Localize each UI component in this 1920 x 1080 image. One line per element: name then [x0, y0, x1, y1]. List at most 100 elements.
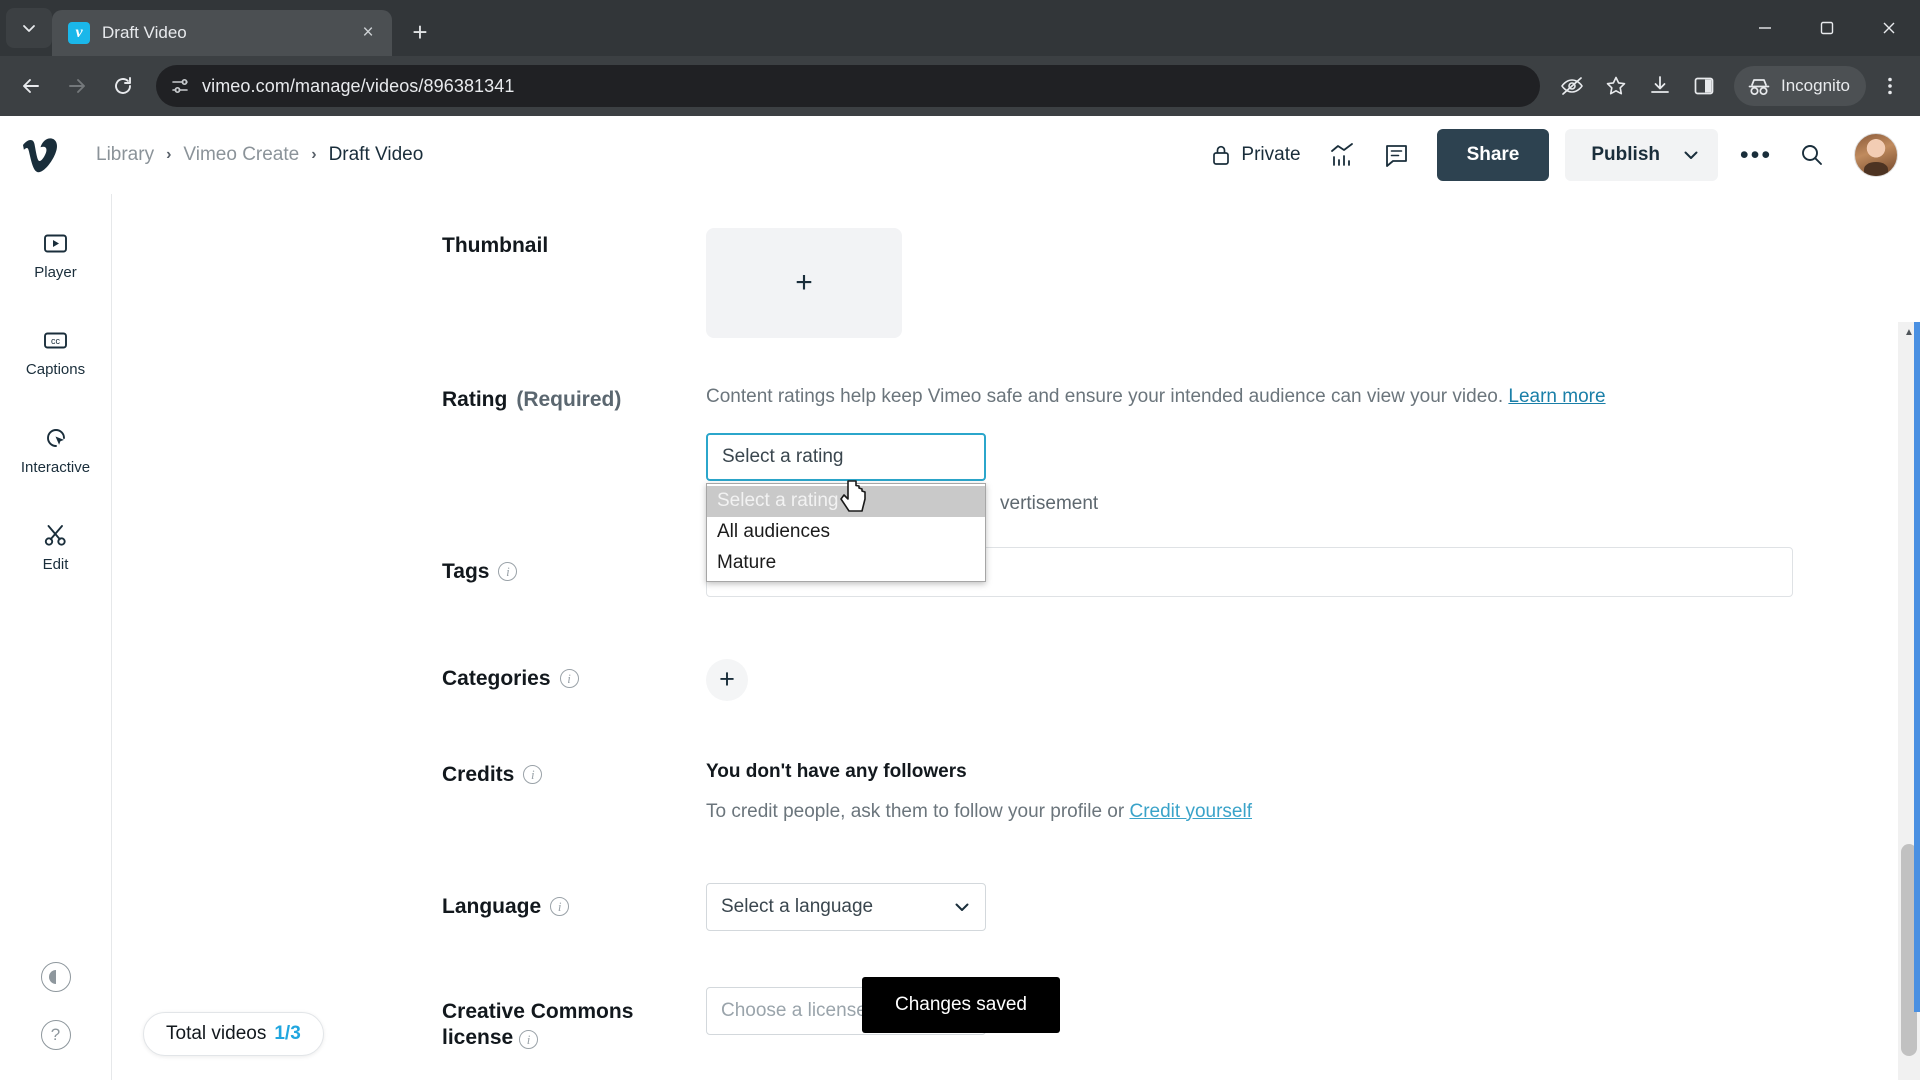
sidebar-bottom-actions: ?	[0, 962, 111, 1050]
left-sidebar: Player cc Captions Interactive Edit ?	[0, 194, 112, 1080]
arrow-left-icon	[23, 79, 39, 93]
comment-icon	[1386, 144, 1407, 167]
row-rating: Rating (Required) Content ratings help k…	[112, 384, 1920, 582]
label-categories: Categories i	[442, 667, 712, 691]
rating-select[interactable]: Select a rating	[706, 432, 986, 481]
sidebar-item-interactive[interactable]: Interactive	[0, 424, 111, 476]
total-videos-count: 1/3	[274, 1023, 301, 1044]
add-thumbnail-button[interactable]: +	[706, 228, 902, 338]
learn-more-link[interactable]: Learn more	[1508, 386, 1605, 407]
page-viewport: Library › Vimeo Create › Draft Video Pri…	[0, 116, 1920, 1080]
credits-title: You don't have any followers	[706, 760, 967, 782]
rating-help-text: Content ratings help keep Vimeo safe and…	[706, 386, 1606, 407]
eye-off-icon[interactable]	[1552, 66, 1592, 106]
new-tab-button[interactable]: +	[400, 12, 440, 52]
label-language: Language i	[442, 895, 712, 919]
more-options-button[interactable]: •••	[1730, 133, 1782, 177]
credit-yourself-link[interactable]: Credit yourself	[1130, 801, 1253, 822]
total-videos-label: Total videos	[166, 1023, 267, 1044]
header-actions: Private Share Publish •••	[1198, 129, 1898, 181]
star-icon[interactable]	[1596, 66, 1636, 106]
analytics-button[interactable]	[1319, 133, 1367, 177]
page-title: Thumbnail	[442, 234, 549, 257]
comments-button[interactable]	[1373, 133, 1421, 177]
minimize-button[interactable]	[1734, 0, 1796, 56]
search-button[interactable]	[1788, 133, 1836, 177]
tab-search-button[interactable]	[6, 8, 52, 48]
url-text: vimeo.com/manage/videos/896381341	[202, 75, 515, 96]
sidebar-item-label: Interactive	[20, 459, 91, 476]
sidebar-item-edit[interactable]: Edit	[0, 522, 111, 573]
svg-text:cc: cc	[51, 336, 61, 346]
sidebar-item-captions[interactable]: cc Captions	[0, 327, 111, 378]
info-icon[interactable]: i	[519, 1030, 539, 1050]
interactive-cursor-icon	[46, 429, 65, 447]
info-icon[interactable]: i	[498, 562, 518, 582]
info-icon[interactable]: i	[559, 669, 579, 689]
rating-dropdown-list[interactable]: Select a rating All audiences Mature	[706, 482, 986, 582]
dropdown-option-select-a-rating[interactable]: Select a rating	[707, 485, 985, 517]
help-question-icon[interactable]: ?	[40, 1020, 71, 1050]
share-button[interactable]: Share	[1436, 129, 1550, 181]
incognito-label: Incognito	[1781, 76, 1850, 95]
side-panel-icon[interactable]	[1684, 66, 1724, 106]
vimeo-logo[interactable]	[18, 135, 62, 175]
incognito-indicator[interactable]: Incognito	[1734, 66, 1866, 106]
dropdown-option-all-audiences[interactable]: All audiences	[707, 517, 985, 548]
label-thumbnail: Thumbnail	[442, 234, 712, 258]
back-button[interactable]	[10, 65, 52, 107]
address-bar[interactable]: vimeo.com/manage/videos/896381341	[156, 65, 1540, 107]
analytics-icon	[1330, 143, 1353, 166]
browser-tab[interactable]: v Draft Video ×	[52, 10, 392, 56]
publish-button[interactable]: Publish	[1565, 129, 1718, 181]
browser-window: v Draft Video × + vimeo.com/manage/video…	[0, 0, 1920, 1080]
tab-title: Draft Video	[102, 23, 187, 42]
row-thumbnail: Thumbnail +	[112, 228, 1920, 338]
row-tags: Tags i Lions, animation, educational	[112, 546, 1920, 597]
row-credits: Credits i You don't have any followers T…	[112, 761, 1920, 823]
label-creative-commons: Creative Commons license i	[442, 999, 634, 1050]
search-icon	[1802, 145, 1822, 165]
privacy-status-button[interactable]: Private	[1198, 135, 1312, 175]
sidebar-item-label: Player	[34, 264, 77, 281]
chevron-down-icon	[1684, 151, 1698, 159]
browser-focus-edge	[1914, 322, 1920, 1012]
obscured-advertisement-text: vertisement	[1000, 492, 1099, 514]
sidebar-item-player[interactable]: Player	[0, 230, 111, 281]
info-icon[interactable]: i	[550, 897, 570, 917]
rating-select-value: Select a rating	[722, 445, 844, 467]
close-window-button[interactable]	[1858, 0, 1920, 56]
reload-button[interactable]	[102, 65, 144, 107]
close-icon[interactable]: ×	[354, 19, 382, 47]
credits-subtitle: To credit people, ask them to follow you…	[706, 800, 1253, 822]
close-icon	[1883, 22, 1895, 34]
dropdown-option-mature[interactable]: Mature	[707, 548, 985, 579]
sidebar-item-label: Edit	[42, 556, 69, 573]
avatar[interactable]	[1854, 133, 1898, 177]
rating-select-wrapper: Select a rating vertisement Select a rat…	[706, 432, 1606, 582]
sidebar-item-label: Captions	[25, 361, 86, 378]
lock-icon	[1213, 145, 1230, 165]
info-icon[interactable]: i	[523, 765, 543, 785]
categories-field: +	[706, 658, 748, 701]
breadcrumb-item-library[interactable]: Library	[96, 144, 154, 166]
row-categories: Categories i +	[112, 658, 1920, 701]
rating-field: Content ratings help keep Vimeo safe and…	[706, 384, 1606, 582]
total-videos-badge[interactable]: Total videos 1/3	[143, 1012, 324, 1056]
download-icon[interactable]	[1640, 66, 1680, 106]
language-select[interactable]: Select a language	[706, 882, 986, 931]
forward-button[interactable]	[56, 65, 98, 107]
breadcrumb: Library › Vimeo Create › Draft Video	[96, 144, 423, 166]
chevron-down-icon	[955, 903, 969, 911]
settings-content: Thumbnail + Rating (Required) Content ra…	[112, 194, 1920, 1080]
thumbnail-field: +	[706, 228, 902, 338]
contrast-theme-icon[interactable]	[40, 962, 71, 992]
kebab-menu-icon[interactable]	[1870, 66, 1910, 106]
maximize-button[interactable]	[1796, 0, 1858, 56]
site-settings-icon[interactable]	[170, 76, 190, 96]
add-category-button[interactable]: +	[706, 658, 748, 701]
breadcrumb-item-vimeo-create[interactable]: Vimeo Create	[183, 144, 299, 166]
publish-label: Publish	[1591, 144, 1660, 165]
status-toast: Changes saved	[862, 977, 1060, 1033]
chevron-right-icon: ›	[311, 146, 317, 163]
